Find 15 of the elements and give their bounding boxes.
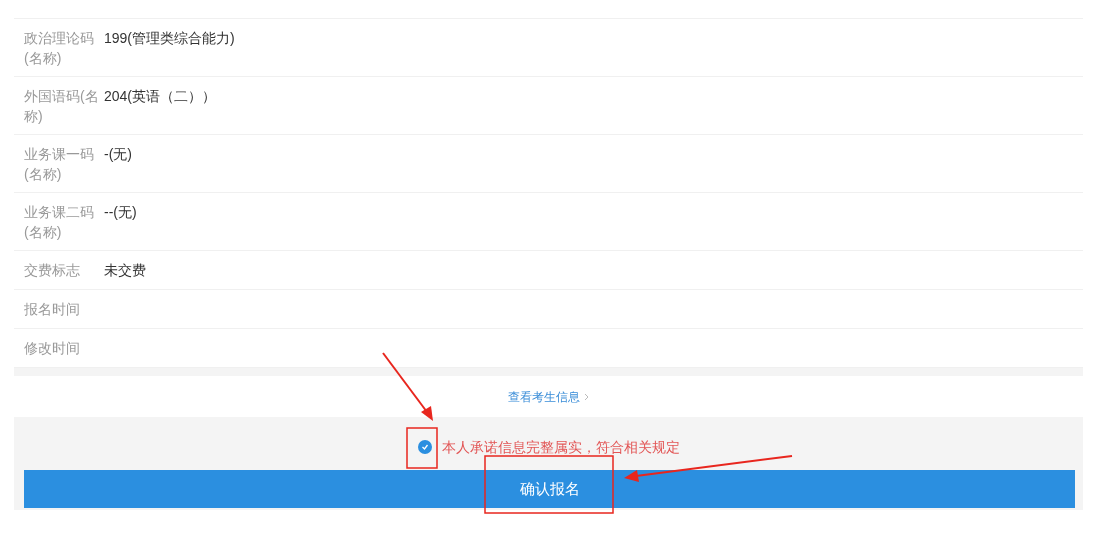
field-label: 政治理论码(名称) bbox=[24, 29, 95, 68]
field-label: 业务课二码(名称) bbox=[24, 203, 95, 242]
field-value: 204(英语（二）） bbox=[104, 87, 217, 106]
field-value: 199(管理类综合能力) bbox=[104, 29, 235, 48]
confirm-button[interactable]: 确认报名 bbox=[24, 470, 1075, 508]
field-label: 业务课一码(名称) bbox=[24, 145, 95, 184]
field-label: 报名时间 bbox=[24, 300, 81, 319]
pledge-text: 本人承诺信息完整属实，符合相关规定 bbox=[441, 437, 680, 457]
field-value: 未交费 bbox=[104, 261, 146, 280]
field-value: --(无) bbox=[104, 203, 137, 222]
field-label: 修改时间 bbox=[24, 339, 81, 358]
field-label: 交费标志 bbox=[24, 261, 81, 280]
field-label: 外国语码(名称) bbox=[24, 87, 100, 126]
view-info-link[interactable]: 查看考生信息 bbox=[508, 387, 589, 406]
field-value: -(无) bbox=[104, 145, 132, 164]
